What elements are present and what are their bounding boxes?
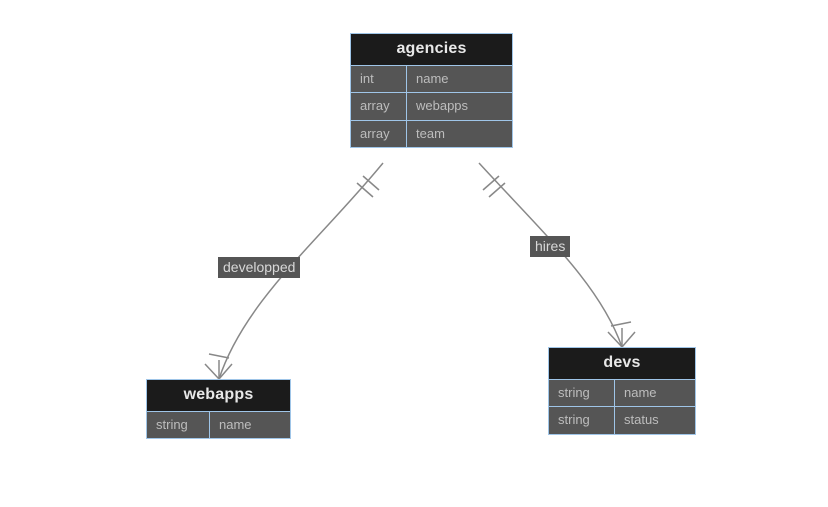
rel-developped-one-bar1: [363, 176, 379, 190]
field-name: name: [406, 66, 512, 92]
field-type: int: [351, 66, 406, 92]
rel-label-hires: hires: [530, 236, 570, 257]
field-name: team: [406, 121, 512, 147]
rel-hires-many-bar: [611, 322, 631, 326]
field-type: array: [351, 121, 406, 147]
entity-agencies: agencies int name array webapps array te…: [350, 33, 513, 148]
field-type: string: [549, 380, 614, 406]
field-name: name: [614, 380, 695, 406]
entity-agencies-title: agencies: [351, 34, 512, 65]
entity-agencies-row: int name: [351, 65, 512, 92]
entity-agencies-row: array team: [351, 120, 512, 147]
entity-webapps-row: string name: [147, 411, 290, 438]
rel-developped-many-bar: [209, 354, 229, 358]
rel-label-developped: developped: [218, 257, 300, 278]
rel-hires-one-bar1: [483, 176, 499, 190]
rel-hires-crowfoot: [608, 328, 635, 347]
field-type: string: [147, 412, 209, 438]
field-name: status: [614, 407, 695, 433]
entity-devs-row: string status: [549, 406, 695, 433]
entity-devs: devs string name string status: [548, 347, 696, 435]
entity-webapps-title: webapps: [147, 380, 290, 411]
entity-devs-row: string name: [549, 379, 695, 406]
rel-developped-crowfoot: [205, 360, 232, 379]
entity-webapps: webapps string name: [146, 379, 291, 439]
field-type: string: [549, 407, 614, 433]
entity-agencies-row: array webapps: [351, 92, 512, 119]
entity-devs-title: devs: [549, 348, 695, 379]
field-type: array: [351, 93, 406, 119]
field-name: name: [209, 412, 290, 438]
field-name: webapps: [406, 93, 512, 119]
rel-developped-one-bar2: [357, 183, 373, 197]
rel-hires-one-bar2: [489, 183, 505, 197]
